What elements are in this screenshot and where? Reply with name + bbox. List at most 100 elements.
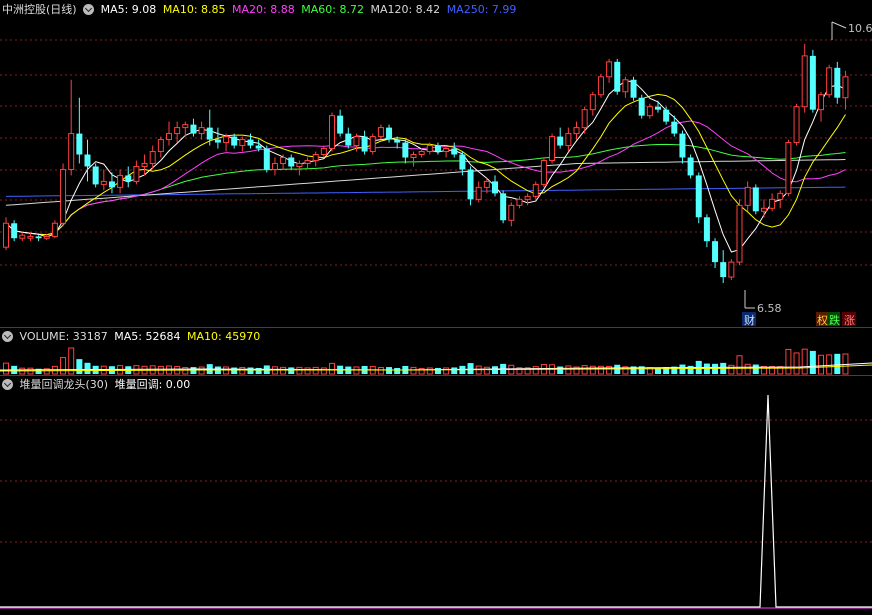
candle (589, 91, 596, 116)
candle (679, 130, 686, 164)
volume-bar (679, 364, 686, 374)
candle (418, 148, 425, 158)
volume-title: VOLUME: 33187 (19, 330, 108, 343)
volume-pane[interactable]: VOLUME: 33187 MA5: 52684 MA10: 45970 (0, 327, 872, 375)
indicator-dropdown-icon[interactable] (2, 379, 13, 390)
candle-body (459, 154, 466, 170)
candle (443, 145, 450, 158)
candle-body (288, 157, 295, 167)
candle-body (92, 166, 99, 185)
candle (35, 235, 42, 242)
volume-ma5-label: MA5: 52684 (114, 330, 181, 343)
candle (451, 142, 458, 158)
candle-body (84, 154, 91, 167)
volume-bar (394, 368, 401, 374)
candle (516, 196, 523, 209)
candle-body (630, 79, 637, 98)
candle-body (785, 142, 792, 194)
ma5-label: MA5: 9.08 (100, 3, 157, 16)
candle (304, 157, 311, 170)
candle (288, 154, 295, 170)
candle-body (149, 151, 156, 164)
candle (271, 157, 278, 176)
volume-dropdown-icon[interactable] (2, 331, 13, 342)
ma120-label: MA120: 8.42 (370, 3, 441, 16)
candle-body (304, 159, 311, 164)
candle (834, 61, 841, 104)
indicator-chart[interactable] (0, 375, 872, 615)
candle-body (27, 235, 34, 239)
candle-body (443, 148, 450, 153)
badge-zhang[interactable]: 涨 (844, 314, 855, 327)
candlestick-chart[interactable]: 10.6 6.58 财 权 跌 涨 (0, 0, 872, 327)
badge-quan[interactable]: 权 (817, 314, 828, 327)
volume-bar (296, 366, 303, 375)
ma250-label: MA250: 7.99 (446, 3, 517, 16)
candle-body (68, 133, 75, 170)
candle-body (826, 67, 833, 96)
candle-body (166, 133, 172, 141)
candle (410, 151, 417, 167)
stock-name: 中洲控股(日线) (2, 3, 77, 16)
candle-body (206, 127, 213, 140)
candle-body (386, 127, 393, 140)
badge-die[interactable]: 跌 (829, 313, 840, 327)
candle-body (777, 192, 784, 200)
candle-body (655, 106, 661, 110)
candle-body (182, 124, 189, 129)
ma60-label: MA60: 8.72 (301, 3, 364, 16)
candle (736, 199, 743, 266)
candle-body (329, 115, 335, 150)
candle (117, 169, 124, 194)
price-pane[interactable]: 中洲控股(日线) MA5: 9.08 MA10: 8.85 MA20: 8.88… (0, 0, 872, 327)
candle-body (11, 223, 18, 239)
volume-bar (410, 366, 417, 375)
candle-body (500, 193, 507, 221)
candle (369, 133, 376, 155)
dropdown-icon[interactable] (83, 4, 95, 15)
volume-bar (84, 362, 91, 374)
badge-cai[interactable]: 财 (744, 313, 755, 327)
candle (60, 163, 67, 227)
candle-body (280, 157, 287, 164)
candle (51, 220, 58, 239)
candle (687, 154, 694, 179)
volume-bar (304, 367, 311, 375)
candle (744, 181, 751, 212)
candle (597, 73, 604, 98)
candle-body (3, 222, 9, 248)
candle-body (410, 154, 417, 158)
candle-body (728, 261, 735, 278)
candle-body (141, 162, 148, 167)
candle (280, 154, 287, 170)
ma120-line (5, 159, 846, 206)
candle-body (255, 145, 262, 149)
candle-body (622, 79, 629, 93)
candle-body (263, 148, 270, 170)
candle-body (744, 186, 751, 206)
volume-bar (736, 355, 743, 375)
candle-body (247, 139, 254, 146)
candle (573, 121, 580, 140)
candle (19, 232, 26, 242)
volume-bar (809, 350, 816, 374)
candle-body (606, 61, 613, 78)
candle (434, 142, 441, 155)
candle (703, 214, 710, 248)
candle (663, 106, 670, 125)
candle (760, 199, 767, 218)
candle-body (418, 151, 425, 156)
indicator-pane[interactable]: 堆量回调龙头(30) 堆量回调: 0.00 (0, 375, 872, 615)
candle (296, 160, 303, 176)
candles (3, 43, 849, 284)
candle (223, 133, 230, 152)
candle (842, 70, 849, 110)
candle (475, 181, 482, 203)
indicator-title: 堆量回调龙头(30) (19, 378, 109, 391)
candle (769, 193, 776, 212)
volume-bar (312, 366, 319, 375)
candle (329, 112, 335, 152)
candle (377, 124, 384, 140)
candle-body (646, 106, 653, 117)
candle (263, 145, 270, 173)
